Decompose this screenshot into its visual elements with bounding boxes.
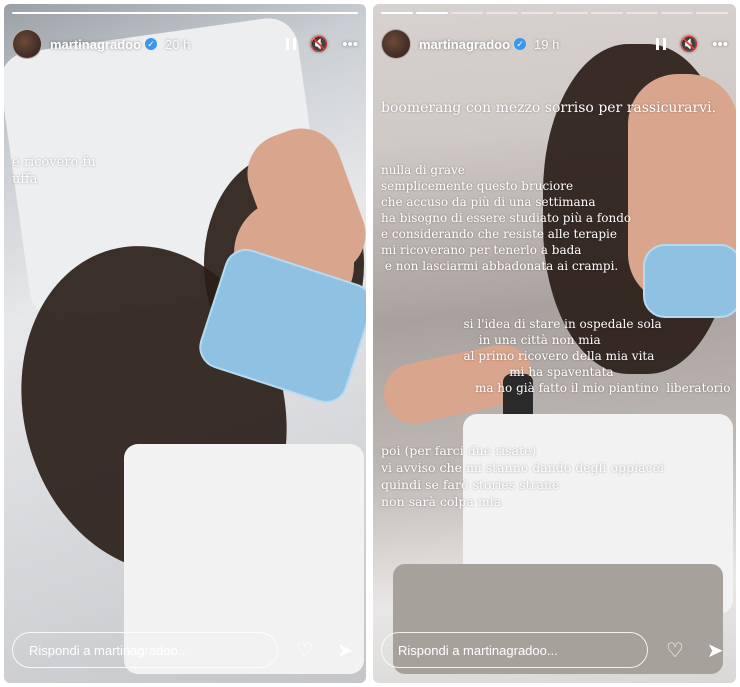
- progress-segment: [661, 12, 693, 14]
- avatar[interactable]: [381, 29, 411, 59]
- story-caption-title: boomerang con mezzo sorriso per rassicur…: [381, 100, 717, 116]
- verified-badge-icon: ✓: [514, 38, 527, 50]
- timestamp: 20 h: [165, 36, 191, 52]
- more-icon[interactable]: •••: [342, 36, 358, 53]
- pause-icon[interactable]: [655, 38, 666, 50]
- story-header: martinagradoo ✓ 20 h 🔇 •••: [12, 26, 358, 62]
- progress-segment: [556, 12, 588, 14]
- story-progress: [12, 12, 358, 14]
- username[interactable]: martinagradoo: [419, 37, 510, 52]
- story-footer: Rispondi a martinagradoo... ♡ ➤: [381, 631, 728, 669]
- face-mask-shape: [643, 244, 736, 318]
- progress-segment: [591, 12, 623, 14]
- pause-icon[interactable]: [285, 38, 296, 50]
- progress-segment: [416, 12, 448, 14]
- mute-icon[interactable]: 🔇: [310, 35, 329, 53]
- username[interactable]: martinagradoo: [50, 37, 141, 52]
- mute-icon[interactable]: 🔇: [680, 35, 699, 53]
- progress-segment: [626, 12, 658, 14]
- story-caption: e ricovero fu uffa: [12, 155, 96, 187]
- story-caption-block: poi (per farci due risate) vi avviso che…: [381, 443, 665, 509]
- avatar[interactable]: [12, 29, 42, 59]
- reply-input[interactable]: Rispondi a martinagradoo...: [381, 632, 648, 668]
- story-caption-block: nulla di grave semplicemente questo bruc…: [381, 163, 632, 273]
- heart-icon[interactable]: ♡: [292, 638, 318, 663]
- story-panel-2[interactable]: martinagradoo ✓ 19 h 🔇 ••• boomerang con…: [373, 4, 736, 683]
- timestamp: 19 h: [534, 36, 560, 52]
- story-footer: Rispondi a martinagradoo... ♡ ➤: [12, 631, 358, 669]
- progress-segment: [696, 12, 728, 14]
- story-caption-block: si l'idea di stare in ospedale sola in u…: [463, 317, 731, 395]
- progress-segment: [521, 12, 553, 14]
- progress-segment: [451, 12, 483, 14]
- reply-input[interactable]: Rispondi a martinagradoo...: [12, 632, 278, 668]
- verified-badge-icon: ✓: [145, 38, 158, 50]
- send-icon[interactable]: ➤: [702, 638, 728, 663]
- progress-segment: [381, 12, 413, 14]
- story-panel-1[interactable]: martinagradoo ✓ 20 h 🔇 ••• e ricovero fu…: [4, 4, 366, 683]
- progress-segment: [12, 12, 358, 14]
- story-header: martinagradoo ✓ 19 h 🔇 •••: [381, 26, 728, 62]
- heart-icon[interactable]: ♡: [662, 638, 688, 663]
- more-icon[interactable]: •••: [712, 36, 728, 53]
- story-progress: [381, 12, 728, 14]
- send-icon[interactable]: ➤: [332, 638, 358, 663]
- progress-segment: [486, 12, 518, 14]
